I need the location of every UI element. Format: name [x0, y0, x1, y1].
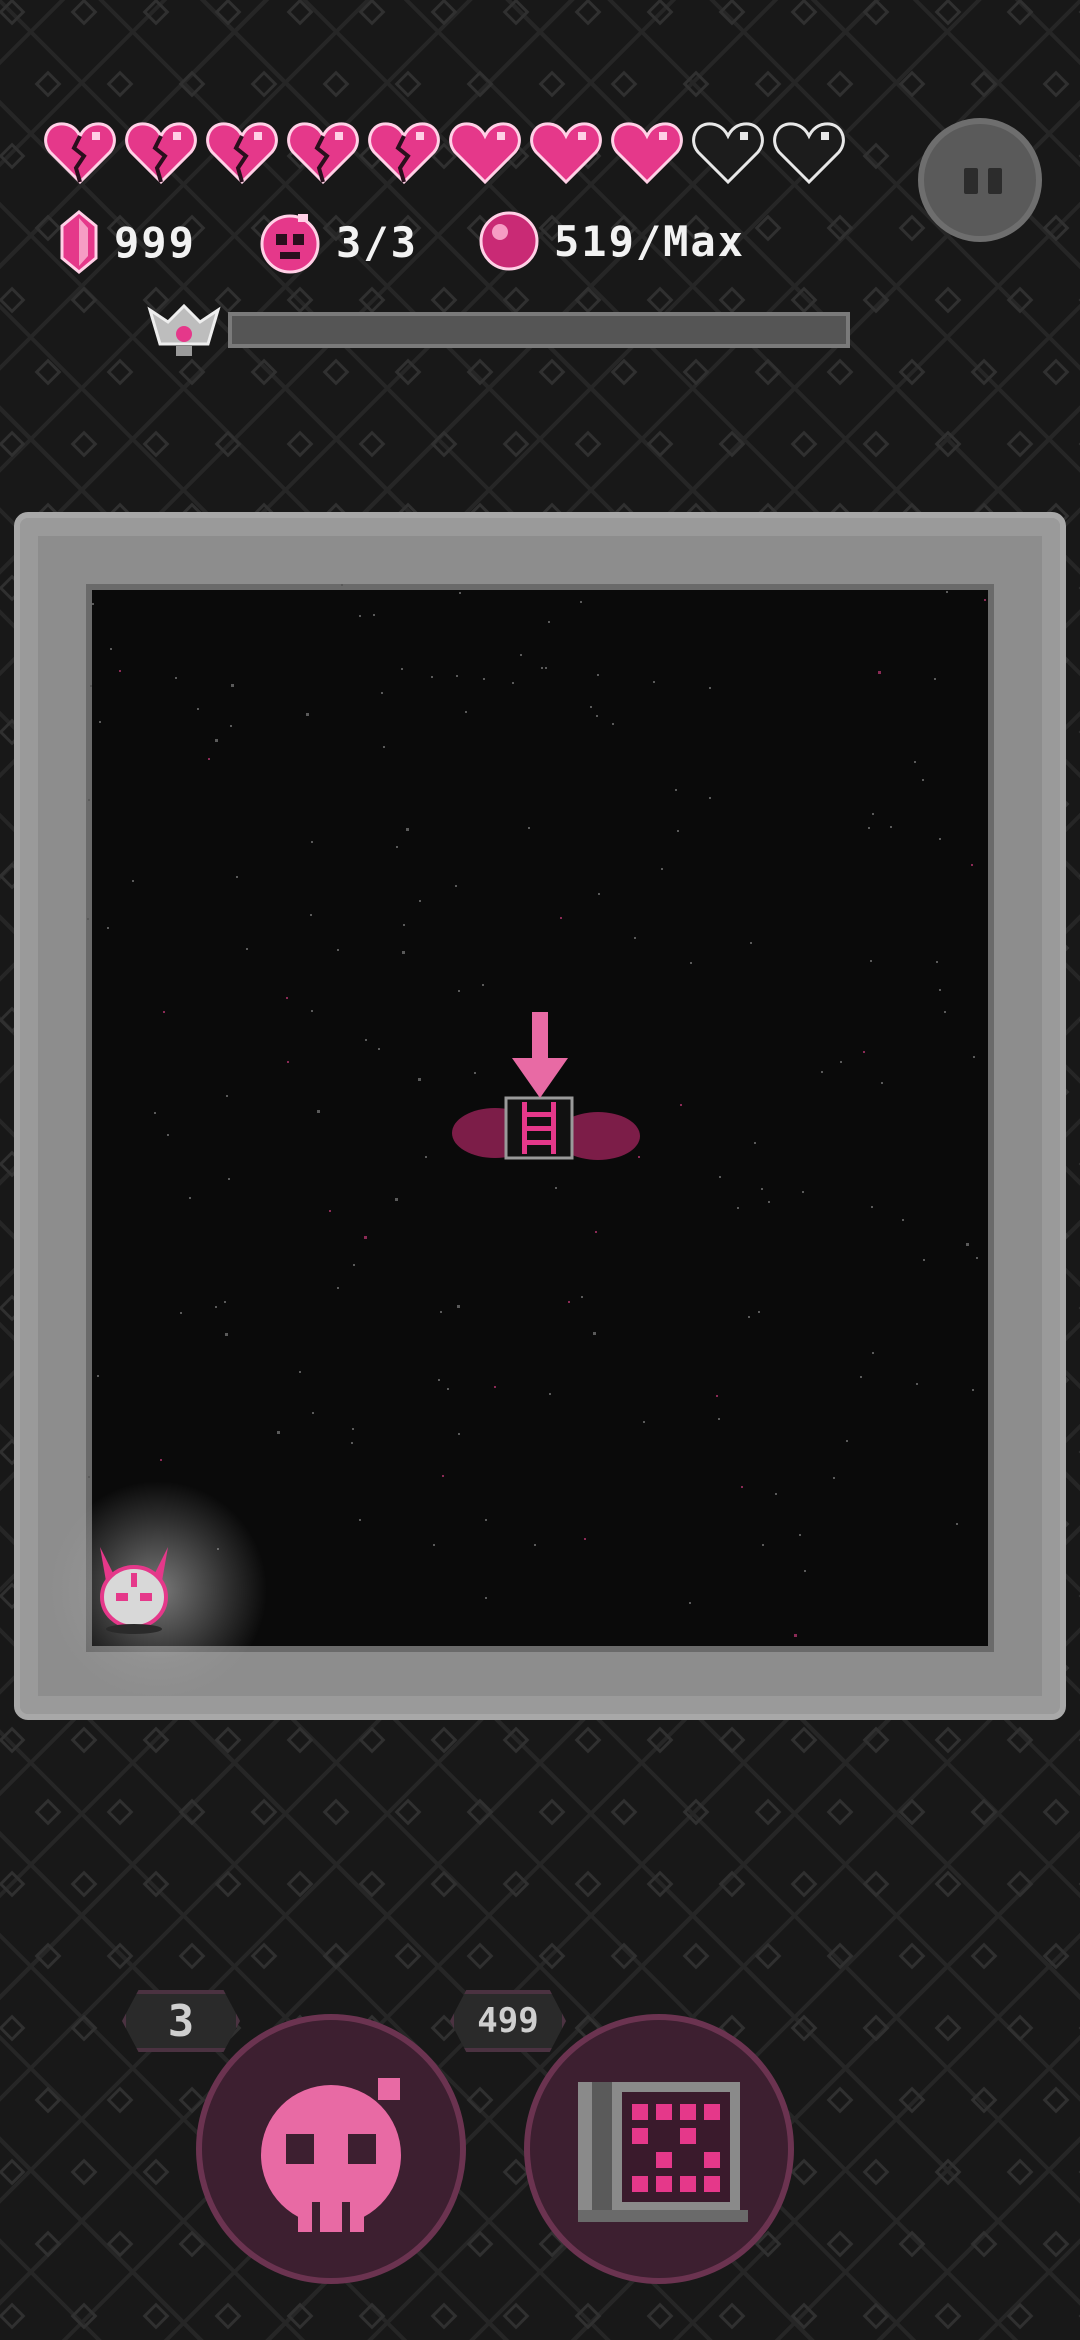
map-icon	[578, 2082, 748, 2222]
orb-icon	[479, 211, 539, 271]
exit-arrow-icon	[512, 1012, 568, 1098]
heart-full-icon	[449, 122, 521, 185]
heart-broken-icon	[287, 122, 359, 185]
bomb-button[interactable]	[196, 2014, 466, 2284]
orb-count: 519/Max	[554, 216, 746, 266]
gem-counter: 999	[58, 210, 196, 274]
player-character	[100, 1547, 168, 1634]
pause-icon-bar	[988, 168, 1002, 194]
boss-health-bar	[228, 312, 850, 348]
gem-count: 999	[114, 217, 196, 267]
bomb-counter: 3/3	[258, 210, 418, 274]
skull-bomb-icon	[261, 2078, 401, 2232]
bomb-skull-icon	[260, 214, 320, 274]
heart-full-icon	[530, 122, 602, 185]
heart-full-icon	[611, 122, 683, 185]
gem-icon	[60, 210, 98, 274]
orb-counter: 519/Max	[478, 210, 745, 272]
pause-button[interactable]	[918, 118, 1042, 242]
heart-broken-icon	[368, 122, 440, 185]
bomb-count: 3/3	[336, 217, 418, 267]
heart-broken-icon	[206, 122, 278, 185]
heart-empty-icon	[692, 122, 764, 185]
heart-broken-icon	[44, 122, 116, 185]
map-button[interactable]	[524, 2014, 794, 2284]
pause-icon	[964, 168, 978, 194]
heart-broken-icon	[125, 122, 197, 185]
exit-ladder	[504, 1096, 574, 1160]
heart-empty-icon	[773, 122, 845, 185]
boss-crown-icon	[147, 303, 221, 356]
health-hearts	[44, 118, 846, 188]
